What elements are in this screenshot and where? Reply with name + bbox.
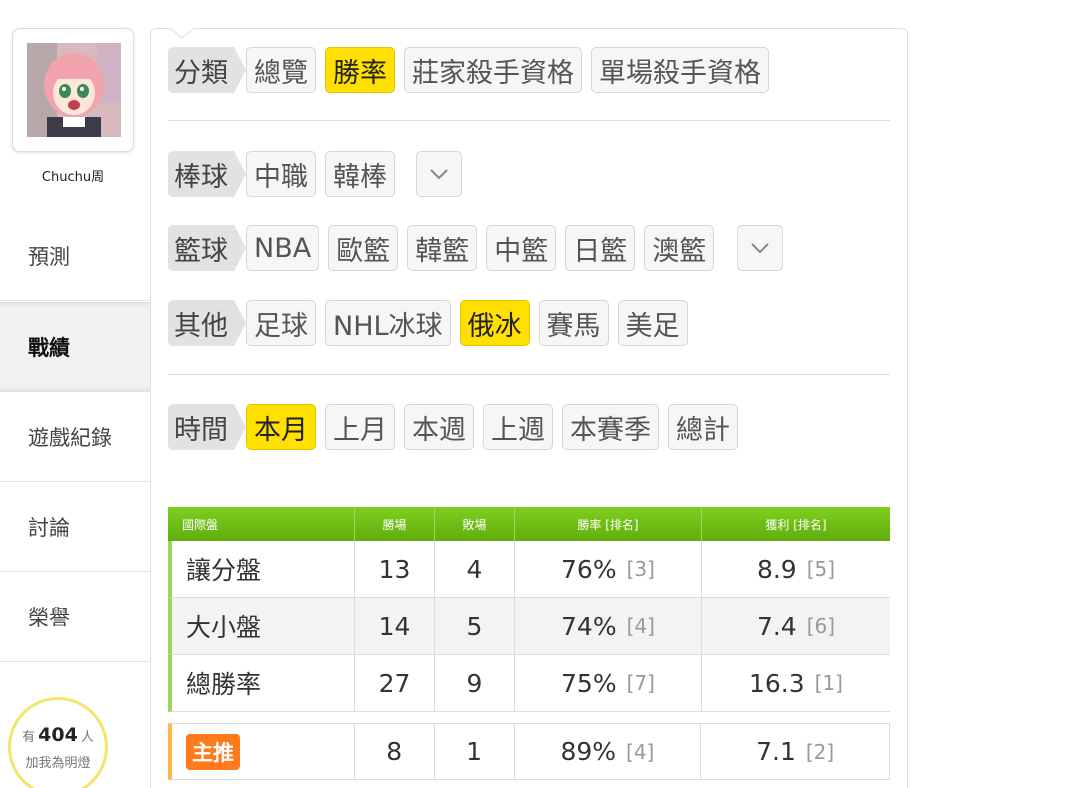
filter-row-basketball: 籃球 NBA 歐籃 韓籃 中籃 日籃 澳籃 [168, 223, 784, 273]
baseball-more-button[interactable] [416, 151, 462, 197]
filter-row-time: 時間 本月 上月 本週 上週 本賽季 總計 [168, 402, 747, 452]
sidebar-item-predict[interactable]: 預測 [0, 211, 150, 301]
chip-euro-basketball[interactable]: 歐籃 [328, 225, 399, 271]
header-losses: 敗場 [435, 507, 515, 541]
row-win-rate-rank: [3] [626, 557, 655, 581]
row-win-rate: 74% [561, 611, 617, 641]
row-win-rate-rank: [7] [626, 671, 655, 695]
chip-nba[interactable]: NBA [246, 225, 320, 271]
table-row: 大小盤 14 5 74% [4] 7.4 [6] [168, 598, 890, 655]
chip-total[interactable]: 總計 [668, 404, 738, 450]
chip-this-week[interactable]: 本週 [404, 404, 474, 450]
chip-horse-racing[interactable]: 賽馬 [538, 300, 609, 346]
panel-notch [170, 27, 194, 39]
row-wins: 14 [355, 598, 435, 654]
header-win-rate: 勝率 [排名] [515, 507, 702, 541]
row-profit-rank: [1] [814, 671, 843, 695]
chip-this-season[interactable]: 本賽季 [562, 404, 659, 450]
chip-china-basketball[interactable]: 中籃 [486, 225, 557, 271]
row-profit: 7.1 [756, 737, 796, 766]
sidebar-item-discussion[interactable]: 討論 [0, 482, 150, 572]
row-wins: 8 [355, 724, 435, 779]
sidebar-item-record[interactable]: 戰績 [0, 302, 152, 392]
chip-win-rate[interactable]: 勝率 [325, 47, 395, 93]
row-profit: 8.9 [756, 554, 797, 584]
row-profit-rank: [6] [806, 614, 836, 638]
chip-korea-basketball[interactable]: 韓籃 [407, 225, 478, 271]
divider [168, 374, 890, 375]
row-losses: 4 [435, 541, 515, 597]
table-row-main-pick: 主推 8 1 89% [4] 7.1 [2] [168, 723, 890, 780]
row-losses: 5 [435, 598, 515, 654]
fans-counter[interactable]: 有 404 人 加我為明燈 [8, 697, 108, 788]
row-profit-rank: [2] [805, 739, 835, 764]
filter-row-category: 分類 總覽 勝率 莊家殺手資格 單場殺手資格 [168, 45, 778, 95]
fans-count: 404 [38, 724, 78, 746]
row-win-rate: 76% [561, 554, 617, 584]
chip-cpbl[interactable]: 中職 [246, 151, 316, 197]
filter-label-category: 分類 [168, 47, 246, 93]
chip-single-killer[interactable]: 單場殺手資格 [591, 47, 769, 93]
row-profit-rank: [5] [806, 557, 836, 581]
filter-label-basketball: 籃球 [168, 225, 246, 271]
sidebar-item-label: 討論 [28, 515, 70, 540]
chip-american-football[interactable]: 美足 [617, 300, 688, 346]
avatar[interactable] [27, 43, 121, 137]
chip-banker-killer[interactable]: 莊家殺手資格 [404, 47, 582, 93]
chip-soccer[interactable]: 足球 [246, 300, 316, 346]
sidebar-item-label: 遊戲紀錄 [28, 425, 112, 450]
row-win-rate-rank: [4] [626, 739, 655, 764]
chip-last-month[interactable]: 上月 [325, 404, 395, 450]
filter-label-other: 其他 [168, 300, 246, 346]
main-pick-badge: 主推 [186, 733, 240, 770]
row-win-rate-rank: [4] [626, 614, 655, 638]
sidebar-item-label: 戰績 [28, 336, 70, 360]
filter-label-baseball: 棒球 [168, 151, 246, 197]
sidebar-item-honors[interactable]: 榮譽 [0, 572, 150, 662]
username: Chuchu周 [41, 170, 105, 185]
filter-label-time: 時間 [168, 404, 246, 450]
chip-australia-basketball[interactable]: 澳籃 [644, 225, 715, 271]
chip-last-week[interactable]: 上週 [483, 404, 553, 450]
chip-japan-basketball[interactable]: 日籃 [565, 225, 636, 271]
sidebar-item-game-log[interactable]: 遊戲紀錄 [0, 392, 150, 482]
row-win-rate: 89% [560, 737, 617, 766]
header-market: 國際盤 [168, 507, 355, 541]
row-name: 總勝率 [172, 655, 355, 711]
chip-this-month[interactable]: 本月 [246, 404, 316, 450]
row-profit: 16.3 [748, 668, 805, 698]
stats-table-header: 國際盤 勝場 敗場 勝率 [排名] 獲利 [排名] [168, 507, 890, 541]
row-wins: 13 [355, 541, 435, 597]
chevron-down-icon [751, 243, 769, 254]
row-profit: 7.4 [756, 611, 797, 641]
chip-nhl[interactable]: NHL冰球 [325, 300, 451, 346]
filter-row-baseball: 棒球 中職 韓棒 [168, 149, 462, 199]
filter-row-other: 其他 足球 NHL冰球 俄冰 賽馬 美足 [168, 298, 697, 348]
sidebar: Chuchu周 預測 戰績 遊戲紀錄 討論 榮譽 有 404 人 加我為明燈 [0, 0, 152, 788]
header-profit: 獲利 [排名] [765, 517, 827, 532]
row-wins: 27 [355, 655, 435, 711]
row-name: 讓分盤 [172, 541, 355, 597]
chip-kbo[interactable]: 韓棒 [325, 151, 395, 197]
header-wins: 勝場 [355, 507, 435, 541]
chevron-down-icon [430, 169, 448, 180]
fans-suffix: 人 [80, 730, 94, 745]
row-name: 大小盤 [172, 598, 355, 654]
sidebar-item-label: 榮譽 [28, 605, 70, 630]
table-row: 總勝率 27 9 75% [7] 16.3 [1] [168, 655, 890, 712]
table-row: 讓分盤 13 4 76% [3] 8.9 [5] [168, 541, 890, 598]
basketball-more-button[interactable] [737, 225, 784, 271]
chip-overview[interactable]: 總覽 [246, 47, 316, 93]
row-losses: 1 [435, 724, 515, 779]
divider [168, 120, 890, 121]
sidebar-item-label: 預測 [28, 244, 70, 269]
fans-prefix: 有 [22, 730, 36, 745]
fans-caption: 加我為明燈 [25, 756, 91, 771]
avatar-frame[interactable] [12, 28, 134, 152]
row-win-rate: 75% [561, 668, 617, 698]
chip-russia-hockey[interactable]: 俄冰 [459, 300, 530, 346]
row-losses: 9 [435, 655, 515, 711]
